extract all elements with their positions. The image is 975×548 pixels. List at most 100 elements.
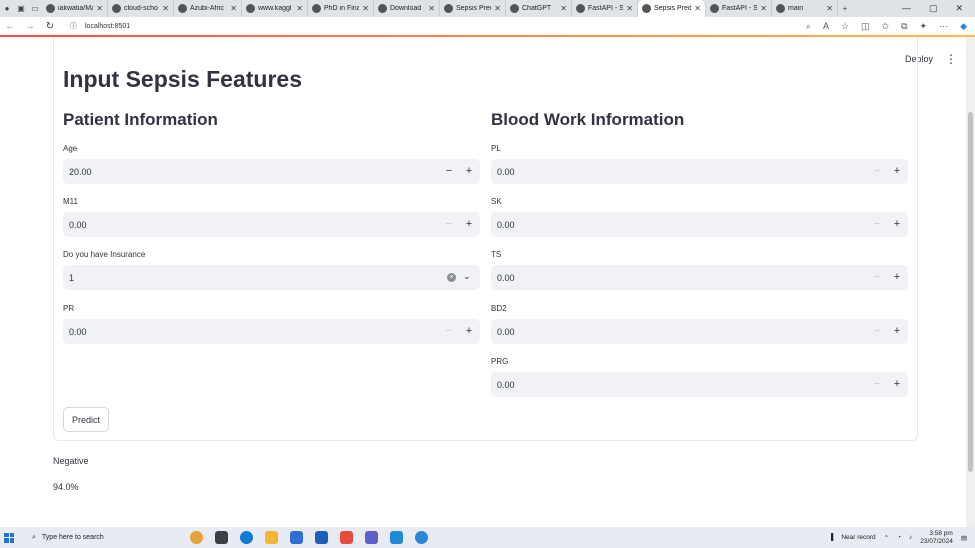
browser-tab[interactable]: FastAPI - Sw✕ [572,0,638,17]
favorites-icon[interactable]: ✩ [882,21,890,32]
m11-increment-button[interactable]: + [464,218,474,230]
tab-actions-icon[interactable]: ▭ [28,2,42,16]
outlook-icon[interactable] [315,531,328,544]
tab-close-icon[interactable]: ✕ [296,4,303,13]
tab-favicon-icon [378,4,387,13]
taskbar-search[interactable]: ⌕ Type here to search [26,529,166,546]
bd2-input[interactable]: 0.00 − + [491,319,908,344]
browser-tab[interactable]: FastAPI - Sw✕ [706,0,772,17]
tab-close-icon[interactable]: ✕ [560,4,567,13]
refresh-icon[interactable]: ↻ [40,21,60,32]
task-view-icon[interactable] [215,531,228,544]
collections-icon[interactable]: ⧉ [901,21,907,32]
menu-icon[interactable]: ⋯ [939,21,948,32]
tab-favicon-icon [642,4,651,13]
prg-decrement-button[interactable]: − [872,378,882,390]
ts-increment-button[interactable]: + [892,271,902,283]
sk-decrement-button[interactable]: − [872,218,882,230]
bd2-decrement-button[interactable]: − [872,325,882,337]
main-menu-icon[interactable]: ⋮ [945,52,957,66]
site-info-icon[interactable]: ⓘ [70,21,77,31]
pr-increment-button[interactable]: + [464,325,474,337]
age-value: 20.00 [69,166,92,177]
age-input[interactable]: 20.00 − + [63,159,480,184]
weather-icon[interactable]: ▐ [829,534,834,541]
m11-decrement-button[interactable]: − [444,218,454,230]
extensions-icon[interactable]: ✦ [920,21,928,32]
prg-increment-button[interactable]: + [892,378,902,390]
pr-input[interactable]: 0.00 − + [63,319,480,344]
tab-close-icon[interactable]: ✕ [162,4,169,13]
ts-input[interactable]: 0.00 − + [491,265,908,290]
profile-icon[interactable]: ● [0,2,14,16]
tab-close-icon[interactable]: ✕ [694,4,701,13]
chevron-down-icon[interactable]: ⌄ [463,271,471,282]
browser-tab[interactable]: PhD in Finar ✕ [308,0,374,17]
browser-tab[interactable]: Azubi-Afric ✕ [174,0,242,17]
copilot-taskbar-icon[interactable] [190,531,203,544]
back-icon[interactable]: ← [0,21,20,32]
sk-input[interactable]: 0.00 − + [491,212,908,237]
weather-text[interactable]: Near record [841,534,875,541]
network-icon[interactable]: ◔ [897,534,901,541]
edge-icon[interactable] [240,531,253,544]
browser-app-icon[interactable] [415,531,428,544]
chevron-up-icon[interactable]: ⌃ [884,534,889,542]
split-screen-icon[interactable]: ◫ [861,21,870,32]
read-aloud-icon[interactable]: A [823,21,829,32]
minimize-icon[interactable]: — [902,3,911,14]
notifications-icon[interactable]: ▤ [961,534,967,542]
browser-tab[interactable]: ChatGPT ✕ [506,0,572,17]
url-field[interactable]: ⓘ localhost:8501 [70,21,130,31]
browser-tab[interactable]: Sepsis Predi✕ [638,0,706,17]
page-scrollbar[interactable] [966,37,975,527]
clear-selection-icon[interactable]: × [447,273,456,282]
workspaces-icon[interactable]: ▣ [14,2,28,16]
forward-icon[interactable]: → [20,21,40,32]
tab-close-icon[interactable]: ✕ [626,4,633,13]
browser-tab[interactable]: cloud-scho ✕ [108,0,174,17]
pr-decrement-button[interactable]: − [444,325,454,337]
age-decrement-button[interactable]: − [444,165,454,177]
browser-tab[interactable]: Sepsis Predi✕ [440,0,506,17]
app-icon[interactable] [340,531,353,544]
maximize-icon[interactable]: ▢ [929,3,938,14]
windows-start-icon[interactable] [4,532,14,543]
scrollbar-thumb[interactable] [968,112,973,472]
prg-input[interactable]: 0.00 − + [491,372,908,397]
file-explorer-icon[interactable] [265,531,278,544]
age-increment-button[interactable]: + [464,165,474,177]
tab-close-icon[interactable]: ✕ [96,4,103,13]
pl-increment-button[interactable]: + [892,165,902,177]
browser-tab[interactable]: www.kaggl ✕ [242,0,308,17]
vscode-icon[interactable] [390,531,403,544]
tab-close-icon[interactable]: ✕ [362,4,369,13]
favorite-star-icon[interactable]: ☆ [841,21,849,32]
browser-tab[interactable]: main ✕ [772,0,838,17]
insurance-select[interactable]: 1 × ⌄ [63,265,480,290]
ts-decrement-button[interactable]: − [872,271,882,283]
address-bar-actions: ⌕ A ☆ ◫ ✩ ⧉ ✦ ⋯ ◆ [806,21,975,32]
teams-icon[interactable] [365,531,378,544]
browser-tab[interactable]: Download ✕ [374,0,440,17]
zoom-icon[interactable]: ⌕ [806,21,811,32]
volume-icon[interactable]: ♪ [909,534,912,541]
bd2-increment-button[interactable]: + [892,325,902,337]
sk-increment-button[interactable]: + [892,218,902,230]
pl-input[interactable]: 0.00 − + [491,159,908,184]
tab-close-icon[interactable]: ✕ [230,4,237,13]
copilot-icon[interactable]: ◆ [960,21,967,32]
clock[interactable]: 3:58 pm 23/07/2024 [920,530,953,546]
tab-close-icon[interactable]: ✕ [428,4,435,13]
mail-icon[interactable] [290,531,303,544]
pl-decrement-button[interactable]: − [872,165,882,177]
browser-tab[interactable]: iakwatia/Ma ✕ [42,0,108,17]
predict-button[interactable]: Predict [63,407,109,432]
new-tab-icon[interactable]: + [838,2,852,16]
tab-close-icon[interactable]: ✕ [760,4,767,13]
tab-close-icon[interactable]: ✕ [826,4,833,13]
tab-close-icon[interactable]: ✕ [494,4,501,13]
bd2-label: BD2 [491,304,507,313]
close-window-icon[interactable]: ✕ [955,3,963,14]
m11-input[interactable]: 0.00 − + [63,212,480,237]
